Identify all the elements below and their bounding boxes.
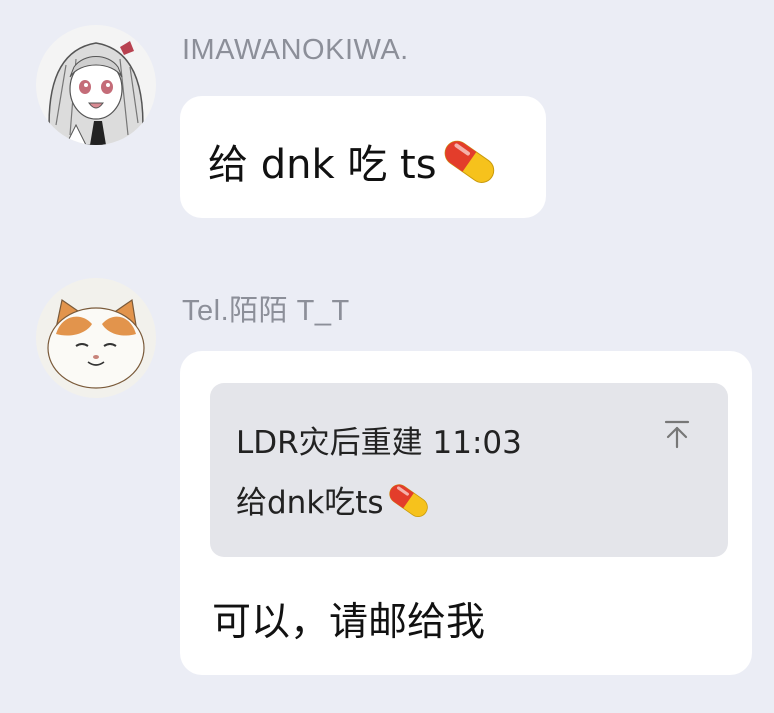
pill-icon [444,140,494,183]
avatar-imawanokiwa[interactable] [36,25,156,145]
pill-icon [388,483,428,517]
quoted-message[interactable]: LDR灾后重建 11:03 给dnk吃ts [210,383,728,557]
message-bubble[interactable]: 给 dnk 吃 ts [180,96,546,218]
quote-text: 给dnk吃ts [236,485,384,521]
reply-text: 可以，请邮给我 [212,600,486,645]
sender-name: IMAWANOKIWA. [182,34,409,66]
jump-to-top-icon[interactable] [660,417,694,455]
message-content: 给 dnk 吃 ts [208,132,501,190]
sender-name: Tel.陌陌 T_T [182,295,350,327]
message-text: 给 dnk 吃 ts [208,142,437,188]
anime-girl-avatar-icon [36,25,156,145]
cat-avatar-icon [36,278,156,398]
avatar-tel-momo[interactable] [36,278,156,398]
quote-author-time: LDR灾后重建 11:03 [236,425,522,461]
quote-content: 给dnk吃ts [236,477,433,522]
reply-message-bubble[interactable]: LDR灾后重建 11:03 给dnk吃ts 可以，请邮给我 [180,351,752,675]
